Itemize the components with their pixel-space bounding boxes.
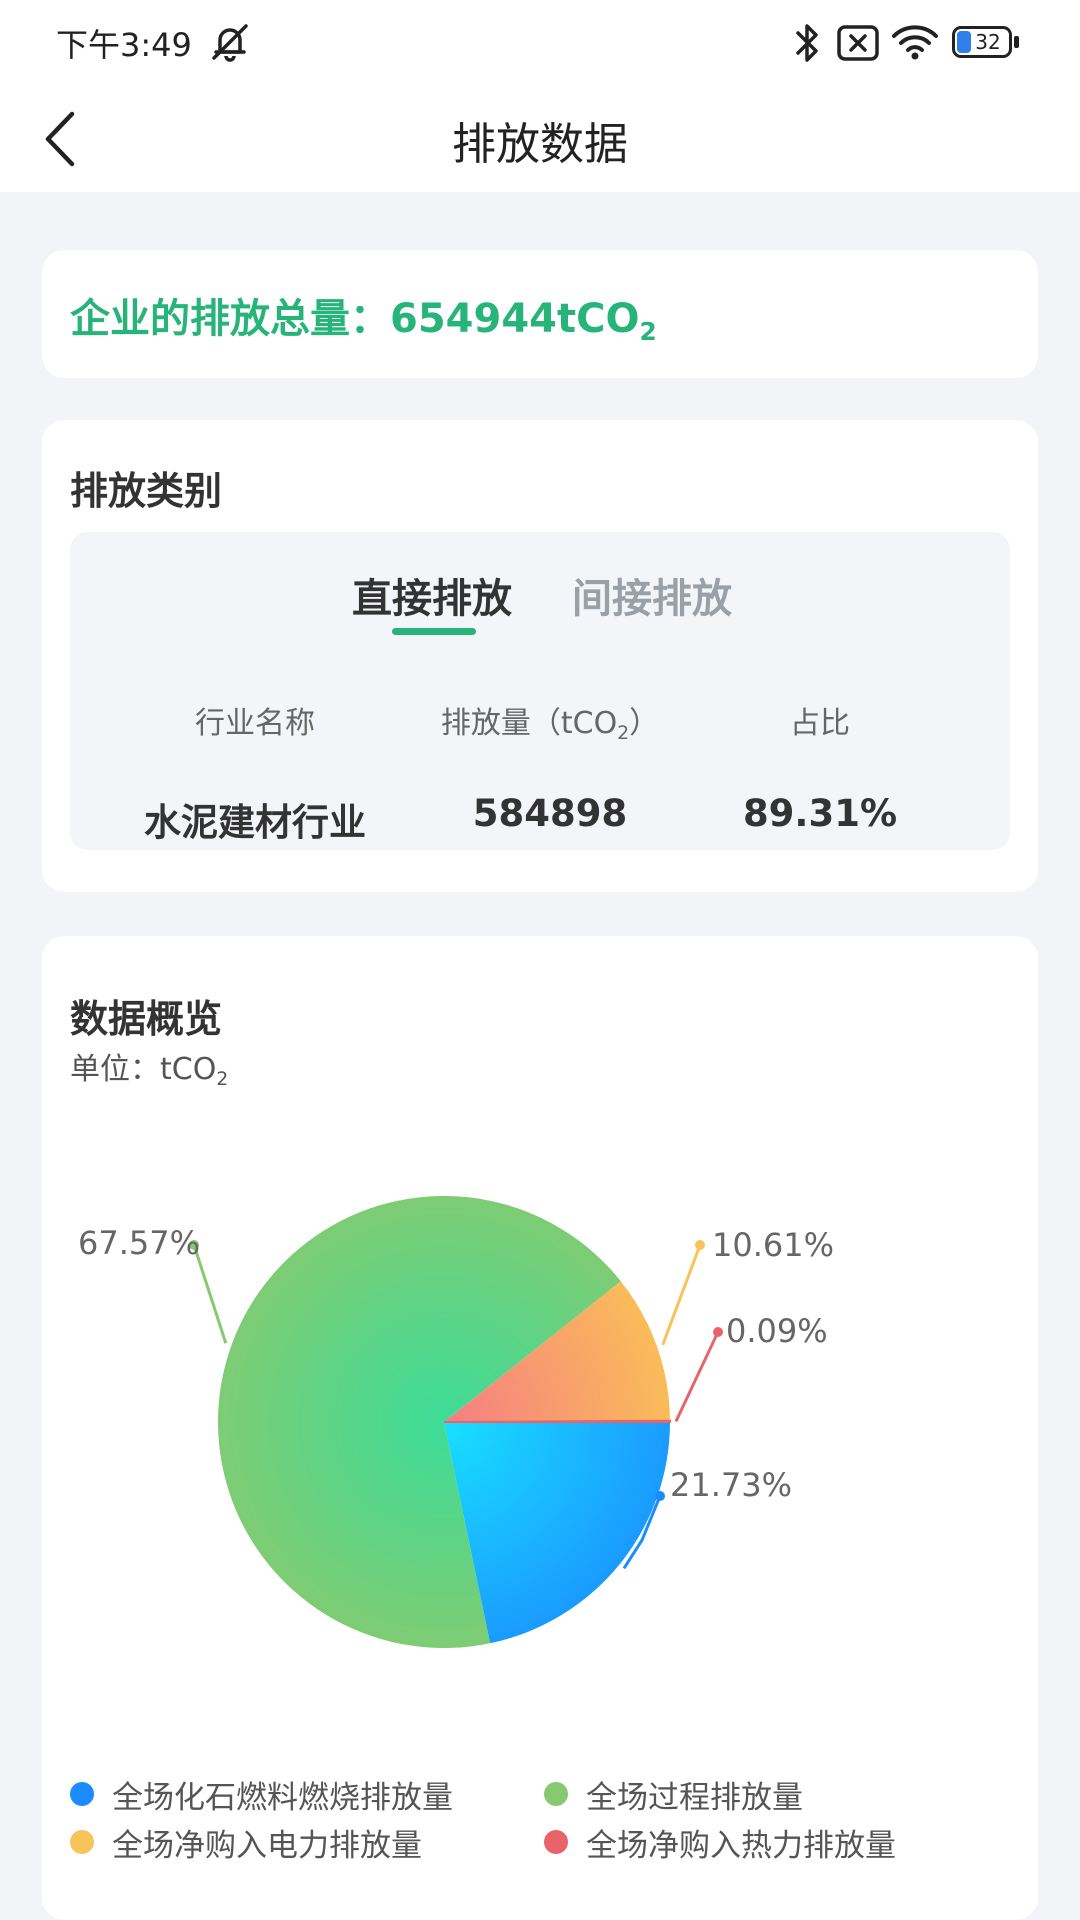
legend-dot <box>544 1782 568 1806</box>
emission-category-card: 排放类别 直接排放 间接排放 行业名称 排放量（tCO2） 占比 水泥建材行业 … <box>42 420 1038 892</box>
label-dot <box>713 1327 723 1337</box>
active-tab-indicator <box>392 628 476 635</box>
total-emission-value: 654944 <box>390 296 557 342</box>
tab-indirect-emission[interactable]: 间接排放 <box>572 566 732 624</box>
legend-dot <box>70 1782 94 1806</box>
bluetooth-icon <box>796 24 818 62</box>
battery-icon: 32 <box>952 26 1022 60</box>
no-sim-icon <box>837 25 879 61</box>
label-dot <box>655 1491 665 1501</box>
category-panel: 直接排放 间接排放 行业名称 排放量（tCO2） 占比 水泥建材行业 58489… <box>70 532 1010 850</box>
battery-level: 32 <box>975 30 1001 54</box>
mute-icon <box>212 24 248 62</box>
label-line-electricity <box>661 1244 702 1346</box>
tab-direct-emission[interactable]: 直接排放 <box>352 566 512 624</box>
label-line-heat <box>674 1331 720 1422</box>
nav-bar: 排放数据 <box>0 86 1080 192</box>
status-time: 下午3:49 <box>56 26 192 64</box>
total-emission-card: 企业的排放总量：654944tCO2 <box>42 250 1038 378</box>
legend-dot <box>544 1830 568 1854</box>
pie-slice-heat[interactable] <box>443 1419 672 1423</box>
legend-dot <box>70 1830 94 1854</box>
pie-label-heat: 0.09% <box>726 1312 828 1350</box>
pie-label-electricity: 10.61% <box>712 1226 835 1264</box>
pie-label-process: 67.57% <box>78 1224 201 1262</box>
column-header-ratio: 占比 <box>790 706 850 741</box>
wifi-icon <box>892 25 938 60</box>
total-emission: 企业的排放总量：654944tCO2 <box>70 296 657 346</box>
status-bar: 下午3:49 32 <box>0 0 1080 86</box>
page-title: 排放数据 <box>452 119 628 170</box>
data-overview-card: 数据概览 单位：tCO2 21.73% 67.57% 10.61% 0.09% 全场化… <box>42 936 1038 1920</box>
label-dot <box>695 1240 705 1250</box>
section-title: 排放类别 <box>70 469 223 513</box>
cell-ratio: 89.31% <box>742 792 898 835</box>
pie-label-fossil-fuel: 21.73% <box>670 1466 793 1504</box>
